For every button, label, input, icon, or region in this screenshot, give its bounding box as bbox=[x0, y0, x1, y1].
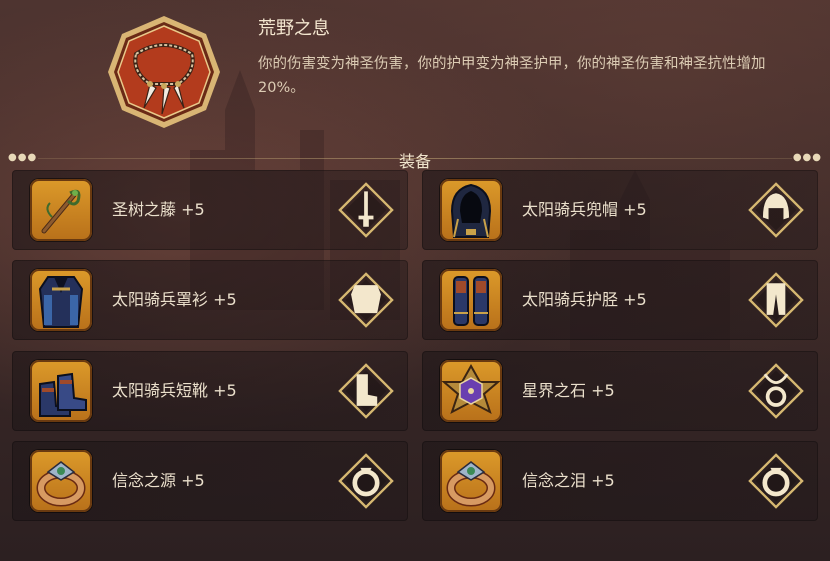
equipment-name: 太阳骑兵短靴 +5 bbox=[112, 381, 237, 400]
set-emblem bbox=[108, 16, 220, 128]
star-stone-icon[interactable] bbox=[440, 360, 502, 422]
equipment-name: 太阳骑兵护胫 +5 bbox=[522, 290, 647, 309]
chest-slot-icon bbox=[338, 272, 394, 328]
equipment-card[interactable]: 星界之石 +5 bbox=[422, 351, 818, 431]
equipment-name: 星界之石 +5 bbox=[522, 381, 615, 400]
weapon-slot-icon bbox=[338, 182, 394, 238]
set-title: 荒野之息 bbox=[258, 18, 330, 39]
equipment-card[interactable]: 太阳骑兵罩衫 +5 bbox=[12, 260, 408, 340]
set-description: 你的伤害变为神圣伤害，你的护甲变为神圣护甲，你的神圣伤害和神圣抗性增加20%。 bbox=[258, 56, 766, 96]
tunic-icon[interactable] bbox=[30, 269, 92, 331]
boots-icon[interactable] bbox=[30, 360, 92, 422]
equipment-name: 太阳骑兵兜帽 +5 bbox=[522, 200, 647, 219]
equipment-section-header: ●●● ●●● 装备 bbox=[0, 148, 830, 171]
equipment-card[interactable]: 信念之泪 +5 bbox=[422, 441, 818, 521]
ring-slot-icon bbox=[338, 453, 394, 509]
equipment-card[interactable]: 圣树之藤 +5 bbox=[12, 170, 408, 250]
equipment-name: 信念之源 +5 bbox=[112, 471, 205, 490]
ring-icon[interactable] bbox=[30, 450, 92, 512]
section-title: 装备 bbox=[398, 152, 431, 171]
equipment-name: 太阳骑兵罩衫 +5 bbox=[112, 290, 237, 309]
helmet-slot-icon bbox=[748, 182, 804, 238]
ring-icon[interactable] bbox=[440, 450, 502, 512]
equipment-card[interactable]: 太阳骑兵短靴 +5 bbox=[12, 351, 408, 431]
vine-staff-icon[interactable] bbox=[30, 179, 92, 241]
equipment-card[interactable]: 太阳骑兵兜帽 +5 bbox=[422, 170, 818, 250]
hood-icon[interactable] bbox=[440, 179, 502, 241]
set-bonus-panel: 荒野之息 你的伤害变为神圣伤害，你的护甲变为神圣护甲，你的神圣伤害和神圣抗性增加… bbox=[0, 0, 830, 561]
equipment-name: 圣树之藤 +5 bbox=[112, 200, 205, 219]
equipment-card[interactable]: 信念之源 +5 bbox=[12, 441, 408, 521]
equipment-card[interactable]: 太阳骑兵护胫 +5 bbox=[422, 260, 818, 340]
legs-slot-icon bbox=[748, 272, 804, 328]
amulet-slot-icon bbox=[748, 363, 804, 419]
ring-slot-icon bbox=[748, 453, 804, 509]
equipment-name: 信念之泪 +5 bbox=[522, 471, 615, 490]
boots-slot-icon bbox=[338, 363, 394, 419]
greaves-icon[interactable] bbox=[440, 269, 502, 331]
